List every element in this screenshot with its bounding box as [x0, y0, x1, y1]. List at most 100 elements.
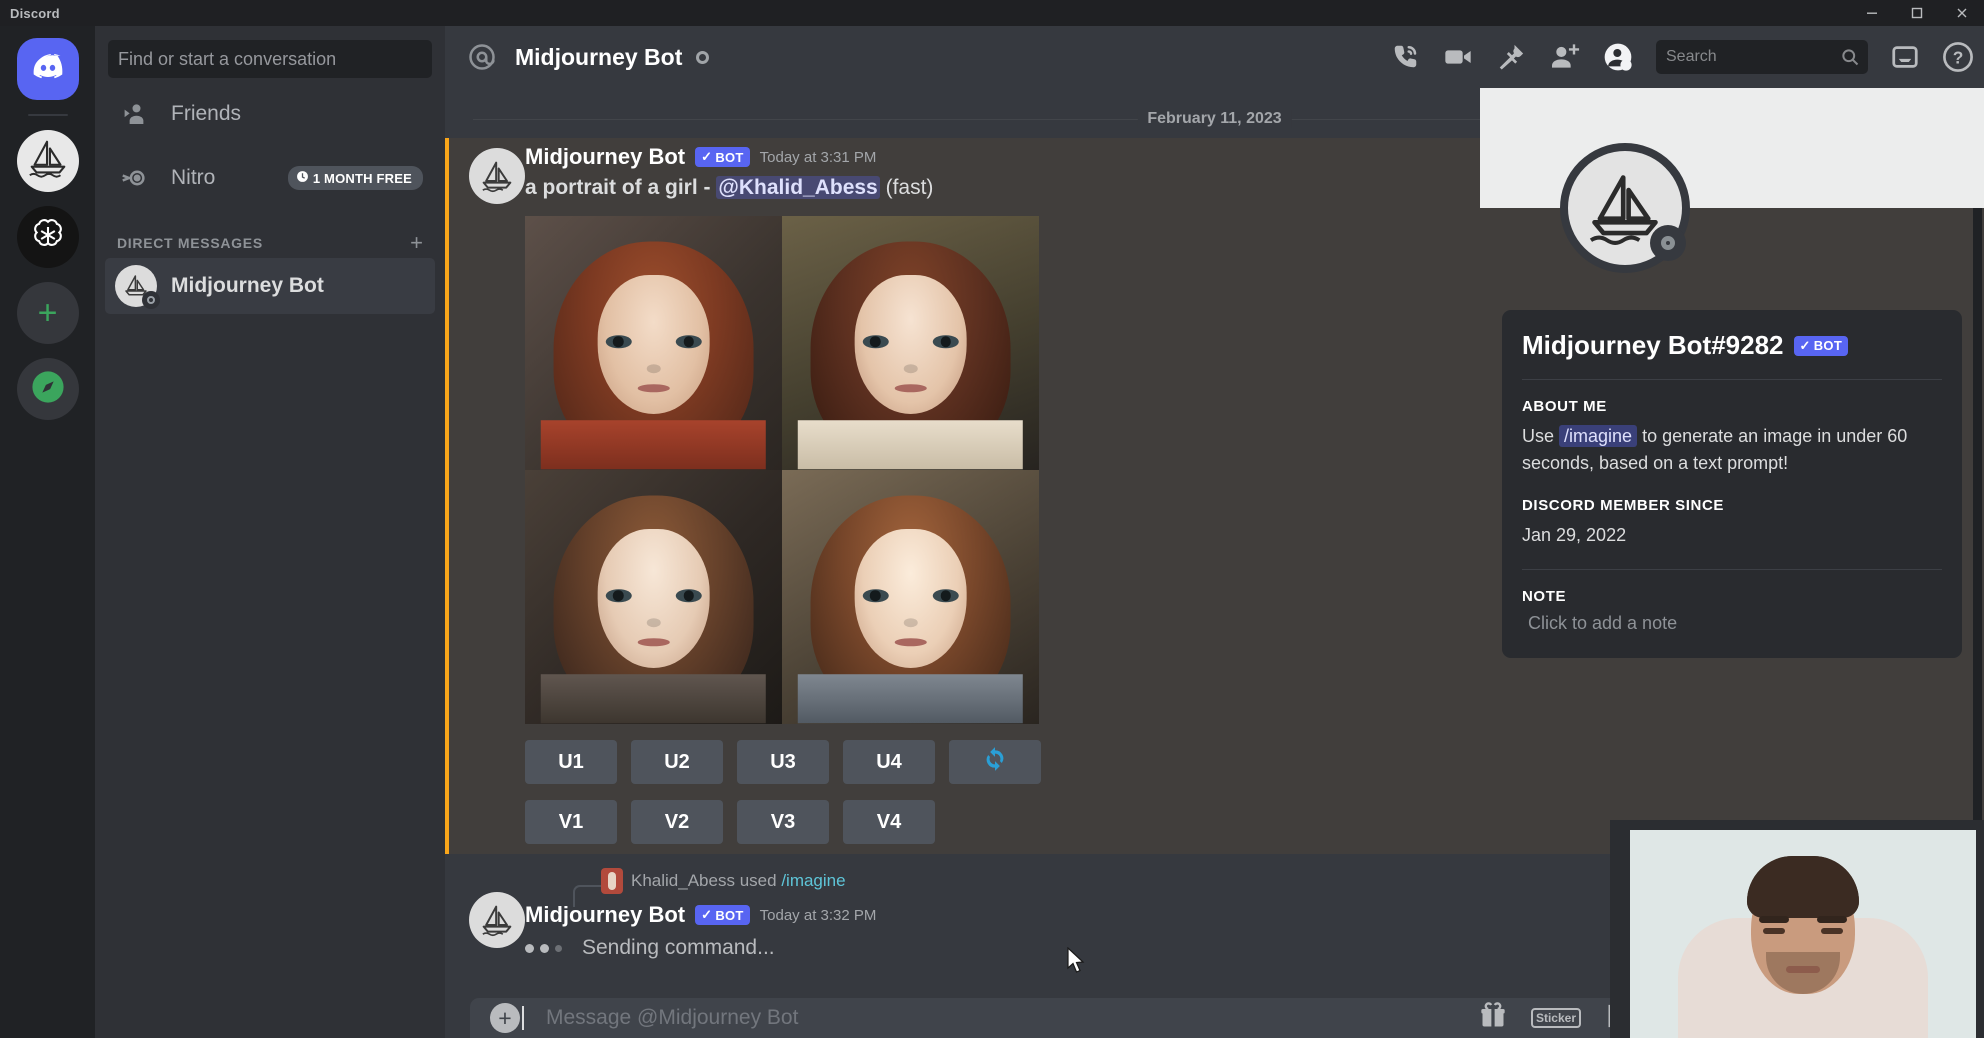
help-icon[interactable]: ? [1942, 41, 1974, 73]
bot-tag-label: BOT [1814, 338, 1842, 353]
profile-username: Midjourney Bot#9282 [1522, 330, 1784, 361]
app-name: Discord [10, 6, 60, 21]
sidebar-item-explore-servers[interactable] [17, 358, 79, 420]
about-command-code: /imagine [1559, 425, 1637, 447]
generated-image-grid[interactable] [525, 216, 1039, 724]
sidebar-item-add-server[interactable]: + [17, 282, 79, 344]
message-status-text: Sending command... [582, 936, 775, 960]
sidebar-item-friends[interactable]: Friends [105, 86, 435, 142]
maximize-icon[interactable] [1894, 0, 1939, 26]
find-conversation-button[interactable]: Find or start a conversation [108, 40, 432, 78]
chat-header: Midjourney Bot Search ? [445, 26, 1984, 88]
upscale-button-u3[interactable]: U3 [737, 740, 829, 784]
generated-image-2[interactable] [782, 216, 1039, 470]
profile-section-note: NOTE Click to add a note [1522, 588, 1942, 634]
profile-avatar[interactable] [1560, 143, 1690, 273]
variation-button-v4[interactable]: V4 [843, 800, 935, 844]
divider [1522, 379, 1942, 380]
upscale-button-u1[interactable]: U1 [525, 740, 617, 784]
about-text-before: Use [1522, 426, 1554, 446]
profile-section-about-me: ABOUT ME Use /imagine to generate an ima… [1522, 398, 1942, 477]
note-input[interactable]: Click to add a note [1522, 613, 1942, 634]
profile-username-row: Midjourney Bot#9282 ✓ BOT [1522, 330, 1942, 361]
section-title: ABOUT ME [1522, 398, 1942, 415]
chat-header-actions: Search ? [1390, 40, 1974, 74]
message-timestamp: Today at 3:31 PM [760, 149, 877, 166]
section-title: NOTE [1522, 588, 1942, 605]
text-caret [522, 1006, 524, 1030]
message-timestamp: Today at 3:32 PM [760, 907, 877, 924]
sidebar-item-openai-server[interactable] [17, 206, 79, 268]
message-author[interactable]: Midjourney Bot [525, 902, 685, 928]
message-author[interactable]: Midjourney Bot [525, 144, 685, 170]
message-composer[interactable]: + Message @Midjourney Bot Sticker [470, 998, 1705, 1038]
upscale-button-u4[interactable]: U4 [843, 740, 935, 784]
sidebar-item-midjourney-server[interactable] [17, 130, 79, 192]
add-person-icon[interactable] [1548, 41, 1580, 73]
command-reference-action: used [740, 871, 777, 890]
window-titlebar: Discord [0, 0, 1984, 26]
upscale-button-u2[interactable]: U2 [631, 740, 723, 784]
sidebar-item-label-friends: Friends [171, 102, 241, 126]
check-icon: ✓ [701, 149, 712, 165]
search-input[interactable]: Search [1656, 40, 1868, 74]
plus-circle-icon[interactable]: + [490, 1003, 520, 1033]
generated-image-1[interactable] [525, 216, 782, 470]
generated-image-4[interactable] [782, 470, 1039, 724]
avatar [115, 265, 157, 307]
avatar[interactable] [469, 892, 525, 948]
avatar[interactable] [469, 148, 525, 204]
close-icon[interactable] [1939, 0, 1984, 26]
mouse-cursor [1067, 947, 1087, 975]
pin-icon[interactable] [1496, 42, 1526, 72]
generated-image-3[interactable] [525, 470, 782, 724]
webcam-video [1630, 830, 1976, 1038]
user-mention[interactable]: @Khalid_Abess [716, 176, 879, 199]
gift-icon[interactable] [1479, 1002, 1507, 1035]
svg-text:?: ? [1953, 48, 1964, 68]
friends-icon [117, 99, 151, 129]
page-title: Midjourney Bot [515, 44, 682, 71]
phone-call-icon[interactable] [1390, 42, 1420, 72]
at-icon [467, 42, 497, 72]
nitro-promo-badge[interactable]: 1 MONTH FREE [288, 166, 423, 190]
check-icon: ✓ [1800, 338, 1811, 354]
user-profile-icon[interactable] [1602, 41, 1634, 73]
refresh-icon [982, 746, 1008, 778]
variation-button-v3[interactable]: V3 [737, 800, 829, 844]
dm-list-item-midjourney-bot[interactable]: Midjourney Bot [105, 258, 435, 314]
sidebar-item-discord-home[interactable] [17, 38, 79, 100]
create-dm-button[interactable]: + [410, 232, 423, 254]
rail-divider [28, 114, 68, 116]
status-badge: ✓ BOT [1794, 336, 1849, 356]
variation-button-v1[interactable]: V1 [525, 800, 617, 844]
sidebar-item-nitro[interactable]: Nitro 1 MONTH FREE [105, 150, 435, 206]
plus-icon: + [38, 296, 58, 330]
command-reference-user[interactable]: Khalid_Abess [631, 871, 735, 890]
variation-button-v2[interactable]: V2 [631, 800, 723, 844]
profile-card: Midjourney Bot#9282 ✓ BOT ABOUT ME Use /… [1502, 310, 1962, 658]
dm-section-header: DIRECT MESSAGES + [117, 232, 423, 254]
inbox-icon[interactable] [1890, 42, 1920, 72]
dm-list-item-label: Midjourney Bot [171, 274, 324, 298]
minimize-icon[interactable] [1849, 0, 1894, 26]
profile-section-member-since: DISCORD MEMBER SINCE Jan 29, 2022 [1522, 497, 1942, 549]
dash-separator: - [704, 176, 711, 199]
reroll-button[interactable] [949, 740, 1041, 784]
server-rail: + [0, 26, 95, 1038]
nitro-promo-text: 1 MONTH FREE [313, 171, 412, 186]
magnifier-icon [1840, 47, 1860, 67]
gif-icon[interactable]: Sticker [1531, 1008, 1581, 1028]
user-profile-panel: Midjourney Bot#9282 ✓ BOT ABOUT ME Use /… [1480, 88, 1984, 788]
command-reference-command[interactable]: /imagine [781, 871, 845, 890]
compass-icon [31, 370, 65, 409]
video-camera-icon[interactable] [1442, 41, 1474, 73]
section-title: DISCORD MEMBER SINCE [1522, 497, 1942, 514]
section-body: Jan 29, 2022 [1522, 522, 1942, 549]
speed-label: (fast) [886, 176, 934, 199]
dm-section-title: DIRECT MESSAGES [117, 235, 263, 251]
find-conversation-placeholder: Find or start a conversation [118, 49, 336, 70]
bot-tag-label: BOT [715, 908, 743, 923]
sailboat-icon [25, 136, 71, 187]
status-badge [696, 51, 709, 64]
